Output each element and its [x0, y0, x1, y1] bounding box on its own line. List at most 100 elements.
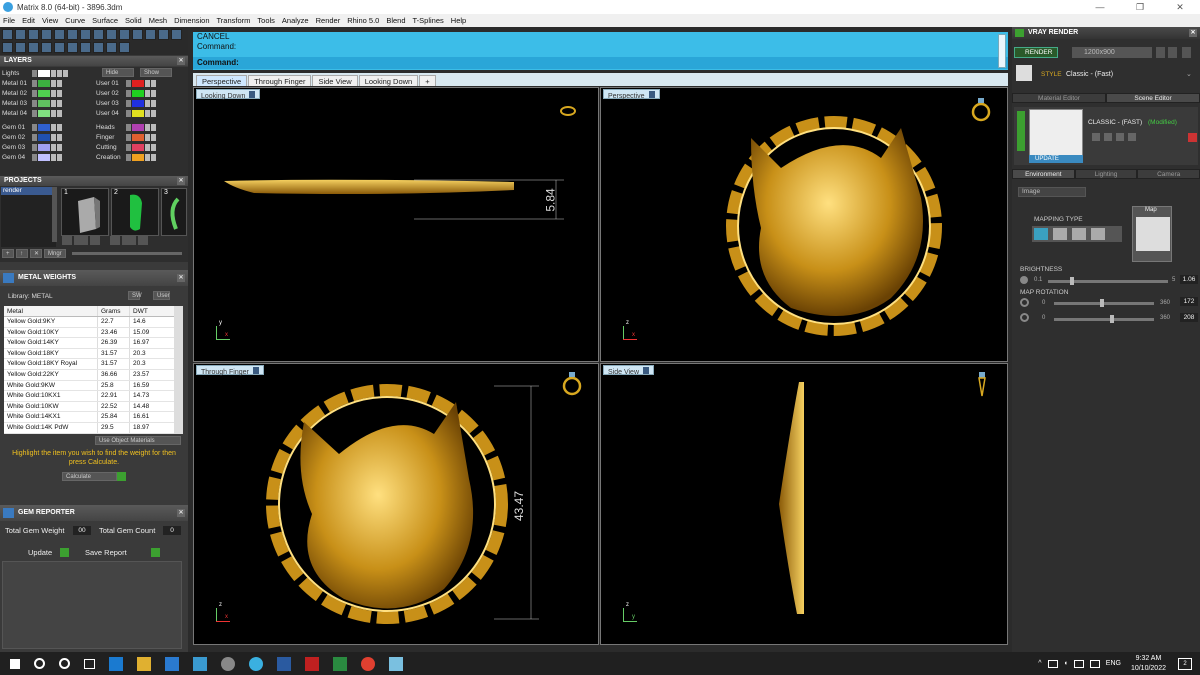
tab-perspective[interactable]: Perspective — [196, 75, 248, 86]
update-button[interactable]: UPDATE — [1029, 155, 1083, 163]
layer-color-swatch[interactable] — [38, 134, 50, 141]
volume-icon[interactable]: ◖ — [1064, 660, 1068, 667]
lock-icon[interactable] — [145, 110, 150, 117]
tool-cross-icon[interactable] — [80, 29, 91, 40]
lock-icon[interactable] — [51, 90, 56, 97]
layer-row[interactable]: Cutting — [94, 143, 157, 152]
tool-filter-icon[interactable] — [54, 29, 65, 40]
tab-environment[interactable]: Environment — [1012, 169, 1075, 179]
layer-row[interactable]: Heads — [94, 123, 157, 132]
project-slider[interactable] — [72, 251, 182, 255]
tab-material-editor[interactable]: Material Editor — [1012, 93, 1106, 103]
environment-type-select[interactable]: Image — [1018, 187, 1086, 197]
view-ring-icon[interactable] — [562, 370, 582, 396]
mapping-box-icon[interactable] — [1053, 228, 1067, 240]
visibility-icon[interactable] — [57, 144, 62, 151]
sw-library-button[interactable]: SW — [128, 291, 142, 300]
layer-row[interactable]: Creation — [94, 153, 157, 162]
store-icon[interactable] — [165, 656, 179, 671]
slider-knob[interactable] — [1100, 299, 1104, 307]
visibility-icon[interactable] — [57, 134, 62, 141]
layer-color-swatch[interactable] — [132, 100, 144, 107]
reset-icon[interactable] — [1188, 133, 1197, 142]
layer-color-swatch[interactable] — [132, 80, 144, 87]
menu-file[interactable]: File — [3, 16, 15, 25]
tool-camera-icon[interactable] — [145, 29, 156, 40]
rotation-value-1[interactable]: 172 — [1180, 297, 1198, 306]
layer-toggle[interactable] — [126, 80, 131, 87]
layer-row[interactable]: User 03 — [94, 99, 157, 108]
tool-sphere-icon[interactable] — [28, 29, 39, 40]
tool-setting-icon[interactable] — [67, 42, 78, 53]
menu-tools[interactable]: Tools — [257, 16, 275, 25]
table-row[interactable]: Yellow Gold:9KY 22.7 14.6 — [4, 317, 174, 328]
rotation-value-2[interactable]: 208 — [1180, 313, 1198, 322]
prev-icon[interactable] — [1156, 47, 1165, 58]
viewport-perspective[interactable]: Perspective z x — [600, 87, 1008, 362]
table-row[interactable]: Yellow Gold:10KY 23.46 15.09 — [4, 327, 174, 339]
tool-rotate-icon[interactable] — [171, 29, 182, 40]
tool-layers-icon[interactable] — [93, 29, 104, 40]
tool-grid-icon[interactable] — [2, 29, 13, 40]
layer-row[interactable]: Metal 03 — [0, 99, 63, 108]
rotation-slider-2[interactable] — [1054, 315, 1154, 323]
view-ring-side-icon[interactable] — [975, 370, 989, 400]
add-icon[interactable] — [62, 236, 72, 245]
visibility-icon[interactable] — [151, 100, 156, 107]
chevron-up-icon[interactable]: ^ — [1038, 660, 1041, 667]
close-icon[interactable]: ✕ — [177, 274, 185, 282]
mapping-dome-icon[interactable] — [1091, 228, 1105, 240]
wifi-icon[interactable] — [1073, 659, 1084, 668]
layer-color-swatch[interactable] — [132, 154, 144, 161]
menu-edit[interactable]: Edit — [22, 16, 35, 25]
layer-row[interactable]: User 04 — [94, 109, 157, 118]
table-row[interactable]: White Gold:10KW 22.52 14.48 — [4, 401, 174, 413]
tool-mesh-icon[interactable] — [93, 42, 104, 53]
tool-material-icon[interactable] — [119, 29, 130, 40]
table-row[interactable]: White Gold:14KX1 25.84 16.61 — [4, 412, 174, 423]
lock-icon[interactable] — [145, 124, 150, 131]
tab-side-view[interactable]: Side View — [312, 75, 358, 86]
table-row[interactable]: White Gold:9KW 25.8 16.59 — [4, 380, 174, 392]
project-list[interactable]: render — [1, 187, 56, 247]
display-icon[interactable] — [1089, 659, 1100, 668]
rhino-icon[interactable] — [221, 656, 235, 671]
task-view-icon[interactable] — [84, 658, 95, 669]
layer-toggle[interactable] — [32, 144, 37, 151]
windows-start-icon[interactable] — [10, 658, 20, 669]
clock[interactable]: 9:32 AM 10/10/2022 — [1131, 654, 1166, 674]
menu-dimension[interactable]: Dimension — [174, 16, 209, 25]
lock-icon[interactable] — [145, 80, 150, 87]
show-button[interactable]: Show — [140, 68, 172, 77]
next-icon[interactable] — [1168, 47, 1177, 58]
layer-row[interactable]: User 02 — [94, 89, 157, 98]
menu-transform[interactable]: Transform — [217, 16, 251, 25]
slider-knob[interactable] — [1070, 277, 1074, 285]
menu-solid[interactable]: Solid — [125, 16, 142, 25]
viewport-through-finger[interactable]: Through Finger 43.47 z x — [193, 363, 599, 645]
visibility-icon[interactable] — [57, 154, 62, 161]
project-thumb-gem[interactable]: 2 — [111, 188, 159, 236]
layer-color-swatch[interactable] — [38, 80, 50, 87]
rename-icon[interactable] — [1104, 133, 1112, 141]
menu-tsplines[interactable]: T-Splines — [413, 16, 444, 25]
layer-color-swatch[interactable] — [132, 90, 144, 97]
tab-camera[interactable]: Camera — [1137, 169, 1200, 179]
tool-ring-icon[interactable] — [54, 42, 65, 53]
lock-icon[interactable] — [145, 134, 150, 141]
layer-row-lights[interactable]: Lights — [0, 69, 69, 78]
layer-row[interactable]: Gem 02 — [0, 133, 63, 142]
add-tab-button[interactable]: + — [419, 75, 436, 86]
table-row[interactable]: Yellow Gold:14KY 26.39 16.97 — [4, 338, 174, 349]
brightness-value[interactable]: 1.06 — [1180, 275, 1198, 284]
preset-side-tab[interactable] — [1017, 111, 1025, 151]
command-input[interactable]: Command: — [193, 57, 1008, 69]
hide-button[interactable]: Hide — [102, 68, 134, 77]
new-project-button[interactable]: + — [2, 248, 14, 258]
excel-icon[interactable] — [333, 656, 347, 671]
lock-icon[interactable] — [51, 80, 56, 87]
map-preview[interactable]: Map — [1132, 206, 1172, 262]
manager-button[interactable]: Mngr — [44, 248, 66, 258]
table-row[interactable]: Yellow Gold:18KY 31.57 20.3 — [4, 348, 174, 360]
lock-icon[interactable] — [145, 154, 150, 161]
